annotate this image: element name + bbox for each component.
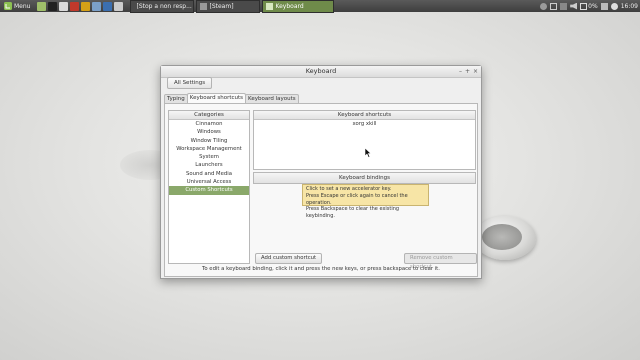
- battery-icon: [580, 2, 588, 10]
- category-item[interactable]: Sound and Media: [169, 170, 249, 178]
- taskbar-item[interactable]: [Stop a non resp...: [130, 0, 195, 13]
- network-icon[interactable]: [550, 2, 558, 10]
- taskbar-item-label: [Steam]: [209, 2, 234, 10]
- category-item[interactable]: Custom Shortcuts: [169, 186, 249, 195]
- volume-icon[interactable]: [570, 2, 578, 10]
- category-item[interactable]: Launchers: [169, 161, 249, 169]
- window-icon: [200, 2, 208, 10]
- taskbar-item[interactable]: [Steam]: [196, 0, 261, 13]
- category-item[interactable]: Universal Access: [169, 178, 249, 186]
- keyboard-icon[interactable]: [560, 2, 568, 10]
- tooltip-line-3: Press Backspace to clear the existing ke…: [306, 206, 400, 220]
- keyboard-window: Keyboard – + × All Settings Typing Keyboa…: [160, 65, 482, 279]
- tooltip-line-1: Click to set a new accelerator key.: [306, 186, 392, 192]
- add-custom-shortcut-button[interactable]: Add custom shortcut: [255, 253, 323, 264]
- taskbar-item-label: [Stop a non resp...: [136, 2, 192, 10]
- category-item[interactable]: Workspace Management: [169, 145, 249, 153]
- menu-label: Menu: [14, 2, 31, 10]
- logo-emblem: [482, 224, 522, 250]
- shortcuts-header[interactable]: Keyboard shortcuts: [254, 111, 475, 120]
- terminal-icon[interactable]: [48, 1, 58, 11]
- category-item[interactable]: Windows: [169, 128, 249, 136]
- category-item[interactable]: System: [169, 153, 249, 161]
- notification-icon[interactable]: [600, 2, 608, 10]
- shortcut-row[interactable]: xorg xkill: [254, 120, 475, 128]
- binding-tooltip: Click to set a new accelerator key. Pres…: [302, 184, 429, 219]
- mouse-pointer-icon: [365, 148, 372, 158]
- categories-list: Categories Cinnamon Windows Window Tiling W…: [168, 110, 250, 264]
- remove-custom-shortcut-button[interactable]: Remove custom shortcut: [404, 253, 477, 270]
- folder-icon[interactable]: [92, 1, 102, 11]
- top-panel: Menu [Stop a non resp... [Steam] Keyboard …: [0, 0, 640, 13]
- bindings-list: Keyboard bindings: [253, 172, 476, 184]
- window-title: Keyboard: [305, 67, 337, 75]
- category-item[interactable]: Cinnamon: [169, 120, 249, 128]
- clock[interactable]: 16:09: [621, 3, 638, 10]
- battery-indicator[interactable]: 0%: [580, 2, 598, 10]
- battery-percent: 0%: [588, 2, 598, 10]
- user-icon[interactable]: [610, 2, 618, 10]
- mint-menu-icon: [4, 2, 12, 10]
- taskbar-item[interactable]: Keyboard: [262, 0, 335, 13]
- window-icon: [266, 2, 274, 10]
- system-tray: 0% 16:09: [540, 0, 638, 12]
- shortcuts-list: Keyboard shortcuts xorg xkill: [253, 110, 476, 170]
- app-icon[interactable]: [81, 1, 91, 11]
- mint-logo-wallpaper: [474, 216, 536, 260]
- all-settings-button[interactable]: All Settings: [167, 77, 213, 89]
- footer-hint: To edit a keyboard binding, click it and…: [202, 266, 440, 272]
- minimize-button[interactable]: –: [459, 66, 462, 77]
- close-button[interactable]: ×: [473, 66, 478, 77]
- app-icon[interactable]: [114, 1, 124, 11]
- maximize-button[interactable]: +: [465, 66, 470, 77]
- taskbar-item-label: Keyboard: [275, 2, 304, 10]
- category-item[interactable]: Window Tiling: [169, 137, 249, 145]
- show-desktop-icon[interactable]: [37, 1, 47, 11]
- chat-icon[interactable]: [540, 2, 548, 10]
- app-icon[interactable]: [103, 1, 113, 11]
- shortcuts-tab-page: Categories Cinnamon Windows Window Tiling W…: [164, 103, 478, 277]
- categories-header[interactable]: Categories: [169, 111, 249, 120]
- app-icon[interactable]: [70, 1, 80, 11]
- tooltip-line-2: Press Escape or click again to cancel th…: [306, 192, 408, 206]
- bindings-header[interactable]: Keyboard bindings: [254, 173, 475, 183]
- menu-button[interactable]: Menu: [0, 0, 34, 12]
- file-manager-icon[interactable]: [59, 1, 69, 11]
